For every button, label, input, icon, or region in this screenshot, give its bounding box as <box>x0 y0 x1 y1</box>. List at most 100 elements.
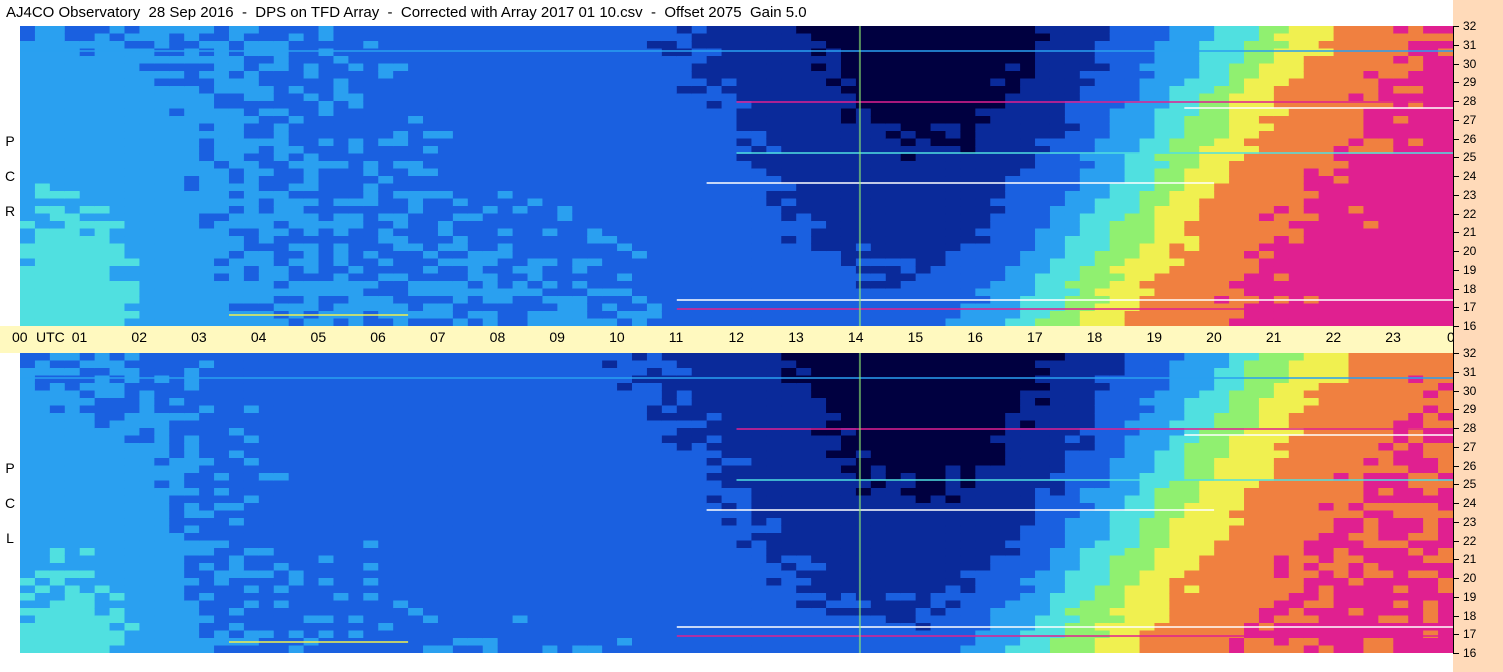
heatmap-cell <box>572 258 588 267</box>
heatmap-cell <box>228 533 245 542</box>
heatmap-cell <box>706 183 723 192</box>
heatmap-cell <box>199 548 215 557</box>
heatmap-cell <box>288 548 305 557</box>
heatmap-cell <box>1005 48 1021 57</box>
heatmap-cell <box>1288 213 1305 222</box>
heatmap-cell <box>243 458 260 467</box>
heatmap-cell <box>243 33 260 42</box>
heatmap-cell <box>840 191 857 200</box>
heatmap-cell <box>1288 78 1305 87</box>
heatmap-cell <box>1169 221 1185 230</box>
heatmap-cell <box>169 146 185 155</box>
heatmap-cell <box>1363 266 1379 275</box>
heatmap-cell <box>1184 153 1200 162</box>
heatmap-cell <box>1423 183 1439 192</box>
heatmap-cell <box>1378 93 1394 102</box>
heatmap-cell <box>661 288 678 297</box>
heatmap-cell <box>139 503 155 512</box>
heatmap-cell <box>915 303 932 312</box>
heatmap-cell <box>20 93 36 102</box>
heatmap-cell <box>706 221 723 230</box>
heatmap-cell <box>393 503 409 512</box>
heatmap-cell <box>1214 48 1230 57</box>
heatmap-cell <box>632 198 648 207</box>
heatmap-cell <box>706 123 723 132</box>
heatmap-cell <box>467 251 484 260</box>
heatmap-cell <box>482 33 499 42</box>
heatmap-cell <box>617 146 633 155</box>
heatmap-cell <box>1049 26 1066 35</box>
heatmap-cell <box>64 480 81 489</box>
heatmap-cell <box>945 63 962 72</box>
heatmap-cell <box>408 93 424 102</box>
heatmap-cell <box>1049 48 1066 57</box>
heatmap-cell <box>900 183 917 192</box>
heatmap-cell <box>423 465 439 474</box>
heatmap-cell <box>1139 303 1156 312</box>
heatmap-cell <box>975 251 991 260</box>
heatmap-cell <box>990 213 1006 222</box>
heatmap-cell <box>378 41 394 50</box>
heatmap-cell <box>1288 131 1305 140</box>
heatmap-cell <box>288 273 305 282</box>
heatmap-cell <box>542 228 558 237</box>
heatmap-cell <box>1214 288 1230 297</box>
heatmap-cell <box>975 86 991 95</box>
heatmap-cell <box>467 221 484 230</box>
heatmap-cell <box>706 266 723 275</box>
heatmap-cell <box>617 116 633 125</box>
heatmap-cell <box>214 383 230 392</box>
heatmap-cell <box>139 398 155 407</box>
heatmap-cell <box>1124 213 1141 222</box>
heatmap-cell <box>661 138 678 147</box>
heatmap-cell <box>94 488 111 497</box>
heatmap-cell <box>199 420 215 429</box>
heatmap-cell <box>20 375 36 384</box>
heatmap-cell <box>661 78 678 87</box>
heatmap-cell <box>408 108 424 117</box>
heatmap-cell <box>1049 311 1066 320</box>
heatmap-cell <box>870 108 887 117</box>
heatmap-cell <box>1109 131 1126 140</box>
heatmap-cell <box>1094 26 1111 35</box>
heatmap-cell <box>154 273 170 282</box>
heatmap-cell <box>512 41 529 50</box>
heatmap-cell <box>124 93 141 102</box>
heatmap-cell <box>333 93 349 102</box>
heatmap-cell <box>288 183 305 192</box>
heatmap-cell <box>139 288 155 297</box>
heatmap-cell <box>975 123 991 132</box>
heatmap-cell <box>437 78 454 87</box>
heatmap-cell <box>184 183 200 192</box>
heatmap-cell <box>557 93 573 102</box>
heatmap-cell <box>184 311 200 320</box>
heatmap-cell <box>288 353 305 362</box>
heatmap-cell <box>423 473 439 482</box>
heatmap-cell <box>811 138 827 147</box>
heatmap-cell <box>557 236 573 245</box>
heatmap-cell <box>527 266 544 275</box>
heatmap-cell <box>1378 318 1394 326</box>
heatmap-cell <box>94 428 111 437</box>
heatmap-cell <box>646 101 663 110</box>
heatmap-cell <box>975 116 991 125</box>
heatmap-cell <box>990 311 1006 320</box>
heatmap-cell <box>1094 116 1111 125</box>
heatmap-cell <box>870 311 887 320</box>
heatmap-cell <box>124 420 141 429</box>
heatmap-cell <box>333 540 349 549</box>
heatmap-cell <box>303 56 320 65</box>
heatmap-cell <box>408 33 424 42</box>
heatmap-cell <box>527 26 544 35</box>
heatmap-cell <box>1124 168 1141 177</box>
heatmap-cell <box>572 116 588 125</box>
heatmap-cell <box>393 465 409 474</box>
heatmap-cell <box>228 123 245 132</box>
heatmap-cell <box>781 191 797 200</box>
heatmap-cell <box>751 251 767 260</box>
heatmap-cell <box>408 206 424 215</box>
heatmap-cell <box>467 198 484 207</box>
heatmap-cell <box>557 153 573 162</box>
heatmap-cell <box>258 131 275 140</box>
heatmap-cell <box>199 116 215 125</box>
